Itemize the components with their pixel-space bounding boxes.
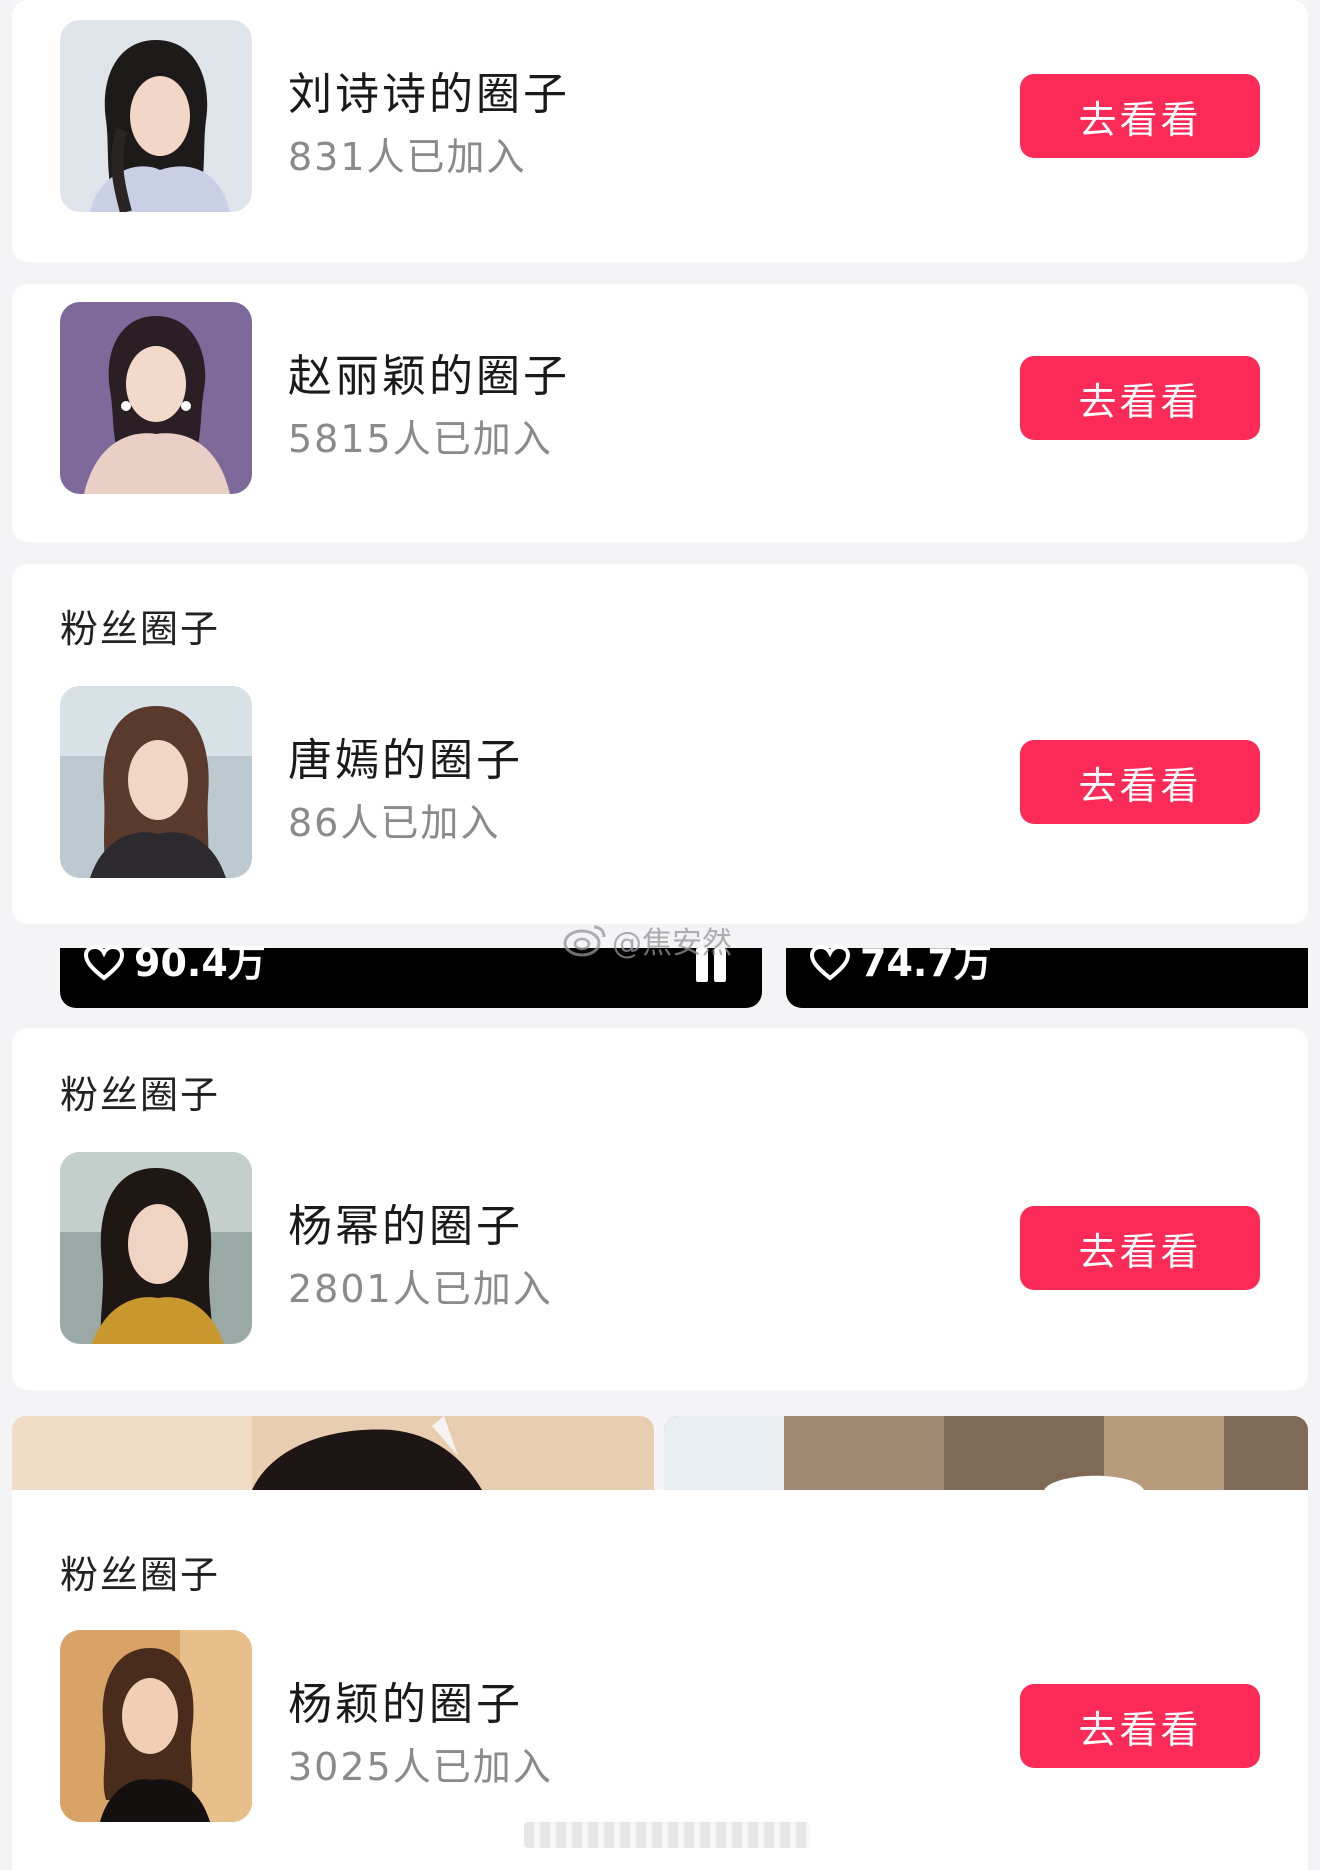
circle-row: 杨颖的圈子 3025人已加入 去看看 (12, 1630, 1308, 1822)
member-count: 86人已加入 (288, 801, 501, 845)
go-see-button[interactable]: 去看看 (1020, 356, 1260, 440)
circle-name: 刘诗诗的圈子 (288, 69, 570, 120)
circle-avatar[interactable] (60, 302, 252, 494)
circle-card: 粉丝圈子 唐嫣的圈子 86人已加入 去看看 (12, 564, 1308, 924)
feed-photo-image (664, 1416, 1308, 1490)
home-indicator (524, 1822, 810, 1848)
circle-name: 唐嫣的圈子 (288, 735, 523, 786)
heart-icon (810, 945, 850, 981)
section-title: 粉丝圈子 (60, 1553, 221, 1597)
circle-avatar[interactable] (60, 1630, 252, 1822)
feed-photo-left[interactable] (12, 1416, 654, 1490)
video-tile-right[interactable]: 74.7万 (786, 941, 1308, 1008)
member-count: 5815人已加入 (288, 417, 553, 461)
circle-name: 杨幂的圈子 (288, 1201, 523, 1252)
circle-row: 杨幂的圈子 2801人已加入 去看看 (12, 1152, 1308, 1344)
circle-row: 唐嫣的圈子 86人已加入 去看看 (12, 686, 1308, 878)
feed-photo-image (12, 1416, 654, 1490)
circle-card: 赵丽颖的圈子 5815人已加入 去看看 (12, 284, 1308, 542)
go-see-button[interactable]: 去看看 (1020, 74, 1260, 158)
like-count: 74.7万 (860, 941, 992, 985)
circle-card: 刘诗诗的圈子 831人已加入 去看看 (12, 0, 1308, 262)
go-see-button[interactable]: 去看看 (1020, 1684, 1260, 1768)
circle-avatar[interactable] (60, 1152, 252, 1344)
member-count: 3025人已加入 (288, 1745, 553, 1789)
heart-icon (84, 945, 124, 981)
go-see-button[interactable]: 去看看 (1020, 1206, 1260, 1290)
section-title: 粉丝圈子 (60, 607, 221, 651)
watermark-text: @焦安然 (612, 926, 732, 961)
section-title: 粉丝圈子 (60, 1073, 221, 1117)
circle-row: 赵丽颖的圈子 5815人已加入 去看看 (12, 302, 1308, 494)
member-count: 2801人已加入 (288, 1267, 553, 1311)
like-count-group: 90.4万 (84, 941, 266, 985)
watermark: @焦安然 (562, 918, 732, 962)
circle-avatar[interactable] (60, 686, 252, 878)
feed-photo-right[interactable] (664, 1416, 1308, 1490)
circle-card: 粉丝圈子 杨颖的圈子 3025人已加入 去看看 (12, 1490, 1308, 1870)
go-see-button[interactable]: 去看看 (1020, 740, 1260, 824)
circle-name: 赵丽颖的圈子 (288, 351, 570, 402)
like-count: 90.4万 (134, 941, 266, 985)
circle-name: 杨颖的圈子 (288, 1679, 523, 1730)
circle-card: 粉丝圈子 杨幂的圈子 2801人已加入 去看看 (12, 1028, 1308, 1390)
circle-row: 刘诗诗的圈子 831人已加入 去看看 (12, 20, 1308, 212)
screenshot: 刘诗诗的圈子 831人已加入 去看看 赵丽颖的圈子 5815人已加入 去看看 粉… (0, 0, 1320, 1870)
circle-avatar[interactable] (60, 20, 252, 212)
weibo-icon (563, 925, 606, 957)
member-count: 831人已加入 (288, 135, 527, 179)
like-count-group: 74.7万 (810, 941, 992, 985)
